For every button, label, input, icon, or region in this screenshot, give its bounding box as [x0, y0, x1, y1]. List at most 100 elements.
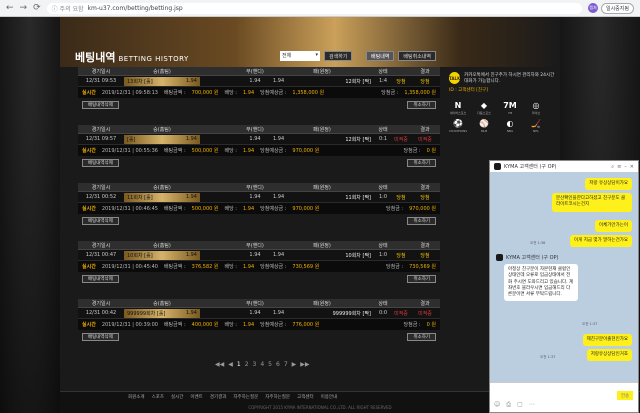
page-nav-button[interactable]: ◀◀	[215, 361, 224, 368]
sports-site-logo[interactable]: N 네이버스포츠	[449, 101, 467, 115]
bet-summary: 실시간 2019/12/31 | 00:55:36 배팅금액 : 500,000 …	[78, 145, 440, 156]
footer-link[interactable]: 이용안내	[321, 394, 338, 400]
chat-message: 제친구분이출현인가요	[582, 334, 632, 347]
page-link[interactable]: 7	[284, 361, 288, 368]
address-bar[interactable]: ⓘ 주의 요함 km-u37.com/betting/betting.jsp	[46, 2, 582, 14]
sync-paused-button[interactable]: 일시중지됨	[600, 2, 634, 14]
rate-label: 배당 :	[224, 206, 237, 212]
chat-messages: 저랑 유상상담이가요 분산확인을한다고하셨고 친구분도 클라이트코시는건지 이체…	[490, 172, 638, 383]
sports-site-logo[interactable]: ◆ 다음스포츠	[475, 101, 493, 115]
page-link[interactable]: 4	[260, 361, 264, 368]
close-icon[interactable]: ✕	[630, 164, 634, 170]
back-icon[interactable]: ←	[6, 3, 14, 13]
chevron-down-icon: ▾	[315, 52, 318, 58]
minimize-icon[interactable]: –	[624, 164, 627, 170]
result-text: 미적중	[418, 136, 432, 143]
filter-select[interactable]: 전체 ▾	[280, 51, 320, 61]
page-link[interactable]: 1	[237, 361, 241, 368]
footer-link[interactable]: 회원소개	[128, 394, 145, 400]
col-header-draw: 무(핸디)	[246, 300, 264, 307]
score: 0:1	[378, 136, 388, 142]
pagination: ◀◀ ◀ 1 2 3 4 5 6 7 ▶ ▶▶	[215, 361, 310, 368]
footer-link[interactable]: 스포츠	[152, 394, 164, 400]
delete-history-button[interactable]: 배팅내역삭제	[82, 158, 119, 167]
chat-title: KYMA 고객센터 (구 OP)	[504, 164, 557, 170]
delete-history-button[interactable]: 배팅내역삭제	[82, 274, 119, 283]
kakao-talk-box[interactable]: TALK 카카오톡에서 친구추가 하시면 관리자와 24시간 대화가 가능합니다…	[449, 72, 557, 84]
col-header-date: 경기일시	[91, 242, 111, 249]
avatar[interactable]: 캡처	[587, 3, 598, 13]
tab-cancel-history[interactable]: 배팅취소내역	[398, 51, 437, 61]
bet-row: 12/31 00:42 999999회차 [홀] 1.94 1.94 1.94 99…	[78, 308, 440, 319]
chat-message: 저랑 유상상담이가요	[585, 178, 632, 191]
bet-actions: 배팅내역삭제 취소하기	[78, 272, 440, 285]
logo-mark: ◐	[506, 119, 514, 128]
won-label: 당첨금 :	[403, 148, 421, 154]
col-header-status: 상태	[378, 126, 388, 133]
sports-site-logo[interactable]: ◐ NBA	[501, 119, 519, 133]
emoji-icon[interactable]: ☺	[494, 401, 500, 409]
tab-betting-history[interactable]: 배팅내역	[366, 51, 395, 61]
page-link[interactable]: 5	[268, 361, 272, 368]
chat-avatar	[494, 163, 501, 170]
result-badge: 당첨	[396, 78, 406, 85]
cancel-bet-button[interactable]: 취소하기	[407, 332, 436, 341]
talk-text: 카카오톡에서 친구추가 하시면 관리자와 24시간 대화가 가능합니다.	[464, 73, 555, 84]
sports-site-logo[interactable]: ⚾ MLB	[475, 119, 493, 133]
bet-rate: 1.94	[243, 205, 255, 212]
sports-site-logo[interactable]: 7M 7M	[501, 101, 519, 115]
security-indicator[interactable]: ⓘ 주의 요함	[52, 4, 84, 13]
expected-win-label: 당첨예상금 :	[260, 148, 287, 154]
cancel-bet-button[interactable]: 취소하기	[407, 158, 436, 167]
page-nav-button[interactable]: ◀	[228, 361, 233, 368]
bet-time: 2019/12/31 | 00:46:45	[101, 205, 158, 212]
search-icon[interactable]: ⌕	[611, 164, 614, 170]
delete-history-button[interactable]: 배팅내역삭제	[82, 100, 119, 109]
logo-label: NHL	[532, 129, 540, 133]
search-button[interactable]: 검색하기	[324, 51, 353, 61]
bet-table-header: 경기일시 승(홈팀) 무(핸디) 패(원정) 상태 결과	[78, 299, 440, 308]
forward-icon[interactable]: →	[20, 3, 28, 13]
won-label: 당첨금 :	[386, 264, 404, 270]
more-icon[interactable]: ⋯	[529, 401, 535, 409]
delete-history-button[interactable]: 배팅내역삭제	[82, 332, 119, 341]
col-header-draw: 무(핸디)	[246, 126, 264, 133]
footer-link[interactable]: 실시간	[171, 394, 183, 400]
score: 0:0	[378, 310, 388, 316]
home-odd: 1.94	[185, 193, 197, 200]
sports-site-logo[interactable]: ◎ 라이브	[527, 101, 545, 115]
page-link[interactable]: 3	[253, 361, 257, 368]
page-nav-button[interactable]: ▶▶	[300, 361, 309, 368]
page-link[interactable]: 2	[245, 361, 249, 368]
sports-site-logo[interactable]: 🏒 NHL	[527, 119, 545, 133]
footer-link[interactable]: 이벤트	[190, 394, 202, 400]
attach-icon[interactable]: ⎙	[506, 401, 511, 409]
bet-amount: 500,000 원	[191, 148, 219, 154]
cancel-bet-button[interactable]: 취소하기	[407, 100, 436, 109]
logo-label: MLB	[480, 129, 488, 133]
cancel-bet-button[interactable]: 취소하기	[407, 216, 436, 225]
page-link[interactable]: 6	[276, 361, 280, 368]
reload-icon[interactable]: ⟳	[33, 3, 41, 13]
capture-icon[interactable]: ▢	[517, 401, 523, 409]
sports-site-logo[interactable]: ⚽ CHAMPIONS	[449, 119, 467, 133]
draw-odd: 1.94	[249, 310, 261, 316]
col-header-status: 상태	[378, 184, 388, 191]
bet-amount-label: 배팅금액 :	[163, 148, 186, 154]
delete-history-button[interactable]: 배팅내역삭제	[82, 216, 119, 225]
chat-input[interactable]: 전송 ☺ ⎙ ▢ ⋯	[490, 382, 638, 412]
footer-link[interactable]: 자주하는질문	[265, 394, 290, 400]
footer-link[interactable]: 고객센터	[297, 394, 314, 400]
bet-block: 경기일시 승(홈팀) 무(핸디) 패(원정) 상태 결과 12/31 09:53…	[78, 67, 440, 111]
bet-block: 경기일시 승(홈팀) 무(핸디) 패(원정) 상태 결과 12/31 00:47…	[78, 241, 440, 285]
menu-icon[interactable]: ≡	[617, 164, 621, 170]
cancel-bet-button[interactable]: 취소하기	[407, 274, 436, 283]
footer-link[interactable]: 자주하는질문	[233, 394, 258, 400]
won-amount: 0 원	[426, 322, 436, 328]
expected-win: 776,000 원	[292, 322, 320, 328]
page-nav-button[interactable]: ▶	[292, 361, 297, 368]
bet-amount: 400,000 원	[191, 322, 219, 328]
live-label: 실시간	[82, 90, 96, 96]
footer-link[interactable]: 경기결과	[210, 394, 227, 400]
send-button[interactable]: 전송	[617, 391, 633, 400]
